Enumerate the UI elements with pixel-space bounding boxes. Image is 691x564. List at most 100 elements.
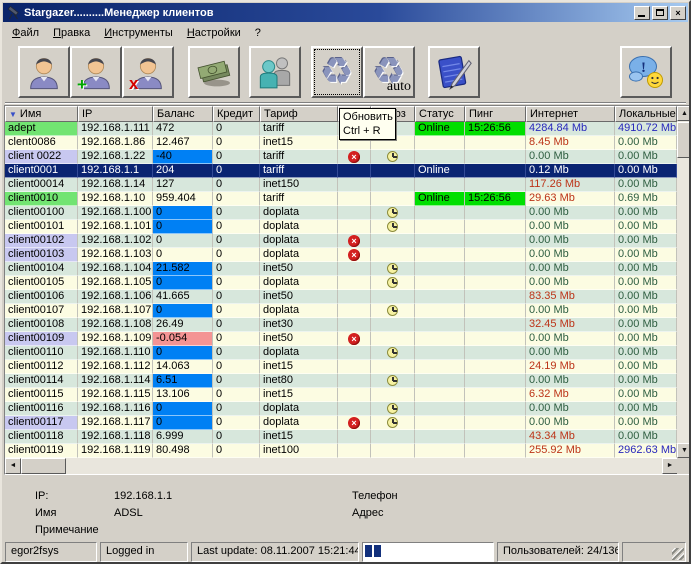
cell-internet: 4284.84 Mb	[526, 122, 615, 136]
column-header-tariff[interactable]: Тариф	[260, 106, 338, 122]
cell-ip: 192.168.1.114	[78, 374, 153, 388]
cell-frozen	[371, 290, 415, 304]
cell-name: adept	[5, 122, 78, 136]
table-row[interactable]: client00109192.168.1.109-0.0540inet50×0.…	[5, 332, 677, 346]
menubar: ФайлПравкаИнструментыНастройки?	[5, 24, 686, 41]
cell-name: client00104	[5, 262, 78, 276]
horizontal-scroll-thumb[interactable]	[21, 458, 66, 474]
client-card-button[interactable]	[18, 46, 70, 98]
column-header-status[interactable]: Статус	[415, 106, 465, 122]
table-row[interactable]: client0010192.168.1.10959.4040tariffOnli…	[5, 192, 677, 206]
table-row[interactable]: client00108192.168.1.10826.490inet3032.4…	[5, 318, 677, 332]
cell-tariff: doplata	[260, 248, 338, 262]
menu-tools[interactable]: Инструменты	[97, 26, 180, 40]
cell-name: client00105	[5, 276, 78, 290]
scroll-down-arrow-icon[interactable]: ▼	[677, 443, 691, 458]
clients-group-button[interactable]	[249, 46, 301, 98]
cell-tariff: doplata	[260, 206, 338, 220]
column-header-local[interactable]: Локальные р	[615, 106, 677, 122]
maximize-button[interactable]	[652, 6, 668, 20]
scroll-up-arrow-icon[interactable]: ▲	[677, 106, 691, 121]
table-row[interactable]: client00107192.168.1.10700doplata0.00 Mb…	[5, 304, 677, 318]
cell-balance: 0	[153, 346, 213, 360]
table-row[interactable]: client00110192.168.1.11000doplata0.00 Mb…	[5, 346, 677, 360]
table-row[interactable]: client00119192.168.1.11980.4980inet10025…	[5, 444, 677, 458]
column-header-ping[interactable]: Пинг	[465, 106, 526, 122]
table-row[interactable]: client00014192.168.1.141270inet150117.26…	[5, 178, 677, 192]
cell-name: client00110	[5, 346, 78, 360]
column-header-internet[interactable]: Интернет	[526, 106, 615, 122]
cell-tariff: inet15	[260, 136, 338, 150]
phone-label: Телефон	[352, 490, 398, 502]
clients-table: ▼ИмяIPБалансКредитТарифморозСтатусПингИн…	[4, 105, 691, 475]
cell-blocked	[338, 304, 371, 318]
cell-credit: 0	[213, 444, 260, 458]
menu-file[interactable]: Файл	[5, 26, 46, 40]
resize-grip-icon[interactable]	[672, 548, 684, 560]
cell-ip: 192.168.1.103	[78, 248, 153, 262]
cell-credit: 0	[213, 234, 260, 248]
horizontal-scrollbar[interactable]: ◄ ►	[5, 458, 678, 474]
payment-button[interactable]	[188, 46, 240, 98]
table-row[interactable]: client00112192.168.1.11214.0630inet1524.…	[5, 360, 677, 374]
cell-status	[415, 304, 465, 318]
table-row[interactable]: client00100192.168.1.10000doplata0.00 Mb…	[5, 206, 677, 220]
cell-status	[415, 276, 465, 290]
cell-credit: 0	[213, 304, 260, 318]
table-row[interactable]: client00118192.168.1.1186.9990inet1543.3…	[5, 430, 677, 444]
table-row[interactable]: client00105192.168.1.10500doplata0.00 Mb…	[5, 276, 677, 290]
scroll-left-arrow-icon[interactable]: ◄	[5, 458, 21, 474]
table-row[interactable]: client 0022192.168.1.22-400tariff×0.00 M…	[5, 150, 677, 164]
auto-refresh-button[interactable]: ♻ auto	[363, 46, 415, 98]
title-bar[interactable]: Stargazer..........Менеджер клиентов ×	[3, 3, 688, 22]
table-row[interactable]: client00102192.168.1.10200doplata×0.00 M…	[5, 234, 677, 248]
table-row[interactable]: client00114192.168.1.1146.510inet800.00 …	[5, 374, 677, 388]
menu-edit[interactable]: Правка	[46, 26, 97, 40]
table-row[interactable]: client00103192.168.1.10300doplata×0.00 M…	[5, 248, 677, 262]
cell-name: client00117	[5, 416, 78, 430]
vertical-scrollbar[interactable]: ▲ ▼	[677, 106, 691, 458]
cell-tariff: doplata	[260, 220, 338, 234]
table-row[interactable]: client0001192.168.1.12040tariffOnline0.1…	[5, 164, 677, 178]
cell-frozen	[371, 332, 415, 346]
frozen-clock-icon	[387, 207, 398, 218]
cell-blocked	[338, 220, 371, 234]
menu-help[interactable]: ?	[248, 26, 268, 40]
column-header-balance[interactable]: Баланс	[153, 106, 213, 122]
cell-name: client00106	[5, 290, 78, 304]
table-row[interactable]: client00116192.168.1.11600doplata0.00 Mb…	[5, 402, 677, 416]
cell-ip: 192.168.1.119	[78, 444, 153, 458]
table-row[interactable]: client00115192.168.1.11513.1060inet156.3…	[5, 388, 677, 402]
cell-status	[415, 248, 465, 262]
cell-status	[415, 220, 465, 234]
table-row[interactable]: client00101192.168.1.10100doplata0.00 Mb…	[5, 220, 677, 234]
column-header-credit[interactable]: Кредит	[213, 106, 260, 122]
cell-blocked	[338, 192, 371, 206]
blocked-x-icon: ×	[348, 333, 360, 345]
cell-frozen	[371, 430, 415, 444]
delete-client-button[interactable]: x	[122, 46, 174, 98]
column-header-name[interactable]: ▼Имя	[5, 106, 78, 122]
cell-blocked	[338, 444, 371, 458]
message-button[interactable]: !	[620, 46, 672, 98]
add-client-button[interactable]: +	[70, 46, 122, 98]
cell-status	[415, 136, 465, 150]
cell-frozen	[371, 388, 415, 402]
cell-balance: 21.582	[153, 262, 213, 276]
cell-internet: 6.32 Mb	[526, 388, 615, 402]
close-button[interactable]: ×	[670, 6, 686, 20]
cell-balance: 0	[153, 206, 213, 220]
table-row[interactable]: client00104192.168.1.10421.5820inet500.0…	[5, 262, 677, 276]
column-header-ip[interactable]: IP	[78, 106, 153, 122]
table-row[interactable]: client00117192.168.1.11700doplata×0.00 M…	[5, 416, 677, 430]
menu-settings[interactable]: Настройки	[180, 26, 248, 40]
journal-button[interactable]	[428, 46, 480, 98]
minimize-button[interactable]	[634, 6, 650, 20]
cell-ip: 192.168.1.86	[78, 136, 153, 150]
refresh-button[interactable]: ♻	[311, 46, 363, 98]
vertical-scroll-thumb[interactable]	[677, 122, 691, 158]
table-row[interactable]: client00106192.168.1.10641.6650inet5083.…	[5, 290, 677, 304]
cell-local: 0.00 Mb	[615, 430, 677, 444]
scroll-right-arrow-icon[interactable]: ►	[662, 458, 678, 474]
cell-tariff: inet50	[260, 332, 338, 346]
